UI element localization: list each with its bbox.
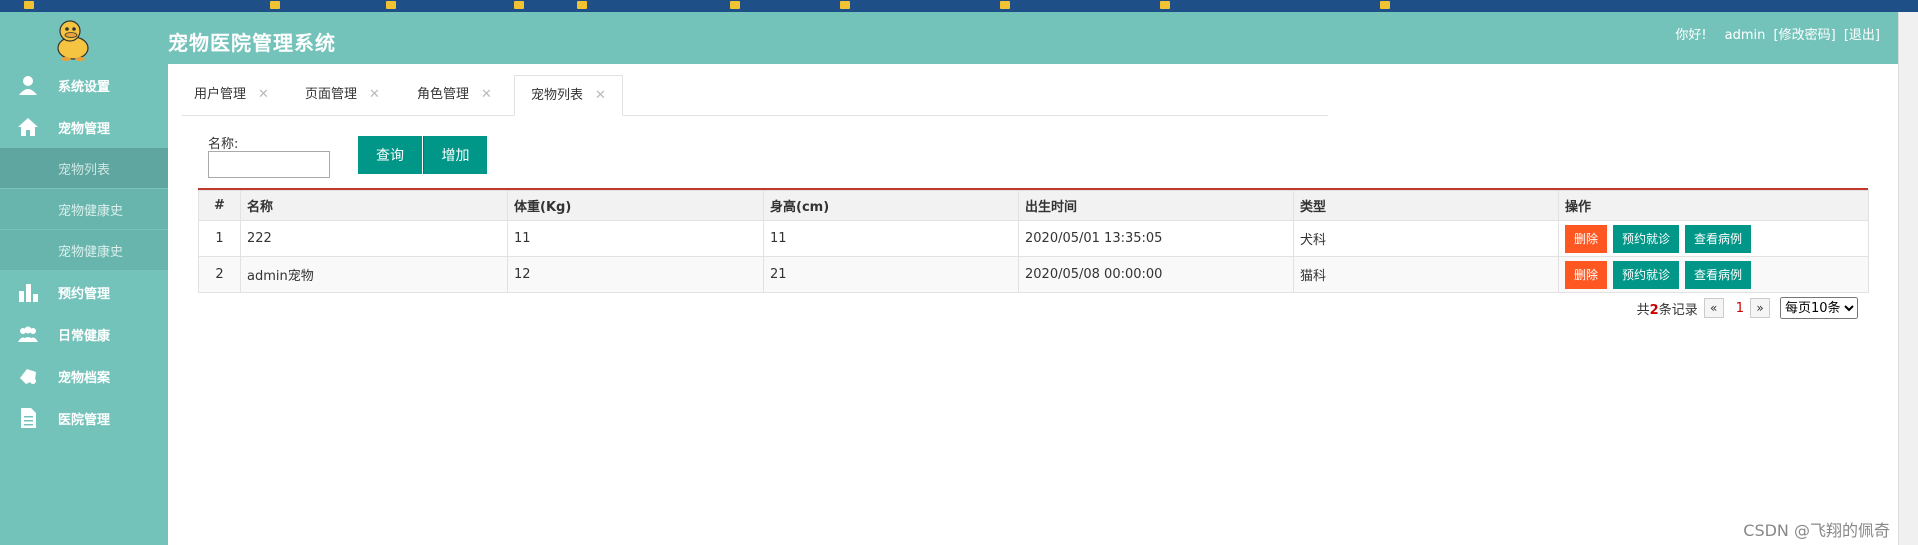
logout-link[interactable]: [退出] [1844,28,1880,43]
sidebar-item-daily-health[interactable]: 日常健康 [0,313,168,355]
user-icon [19,76,37,95]
name-label: 名称: [208,137,239,152]
duck-logo-icon [57,20,89,61]
tab-bar: 用户管理 ✕ 页面管理 ✕ 角色管理 ✕ 宠物列表 ✕ [182,75,1328,116]
pagination: 共2条记录 « 1 » 每页10条 [1637,297,1858,319]
group-icon [18,326,38,342]
sidebar-item-hospital-management[interactable]: 医院管理 [0,397,168,439]
column-header-name: 名称 [240,190,508,221]
top-header: 宠物医院管理系统 你好! admin [修改密码] [退出] [0,12,1898,64]
table-row: 2 admin宠物 12 21 2020/05/08 00:00:00 猫科 删… [198,256,1869,293]
query-button[interactable]: 查询 [358,136,422,174]
total-records: 共2条记录 [1636,302,1698,318]
close-icon[interactable]: ✕ [369,87,380,102]
sidebar-item-label: 日常健康 [58,328,111,344]
tab-label: 用户管理 [194,87,247,102]
sidebar-item-label: 系统设置 [58,79,111,95]
close-icon[interactable]: ✕ [595,88,606,103]
sidebar: 系统设置 宠物管理 宠物列表 宠物健康史 宠物健康史 预约管理 日常健康 宠物档… [0,64,168,545]
cell-birth: 2020/05/08 00:00:00 [1018,256,1294,293]
cell-height: 11 [763,220,1019,257]
delete-button[interactable]: 删除 [1565,224,1608,253]
cell-type: 猫科 [1293,256,1559,293]
sidebar-item-label: 宠物档案 [58,370,111,386]
cell-weight: 11 [507,220,764,257]
page-size-select[interactable]: 每页10条 [1780,297,1858,319]
column-header-index: # [198,190,241,221]
table-row: 1 222 11 11 2020/05/01 13:35:05 犬科 删除 预约就… [198,220,1869,257]
column-header-weight: 体重(Kg) [507,190,764,221]
cell-index: 1 [198,220,241,257]
cell-name: 222 [240,220,508,257]
user-info: 你好! admin [修改密码] [退出] [1671,24,1880,43]
paw-icon [20,369,36,384]
tab-pet-list[interactable]: 宠物列表 ✕ [514,75,623,116]
view-case-button[interactable]: 查看病例 [1685,260,1752,289]
tab-label: 页面管理 [305,87,358,102]
change-password-link[interactable]: [修改密码] [1774,28,1836,43]
next-page-button[interactable]: » [1750,298,1770,318]
cell-actions: 删除 预约就诊 查看病例 [1558,220,1869,257]
prev-page-button[interactable]: « [1703,298,1724,318]
cell-actions: 删除 预约就诊 查看病例 [1558,256,1869,293]
name-search-input[interactable] [208,151,330,178]
view-case-button[interactable]: 查看病例 [1685,224,1752,253]
table-header-row: # 名称 体重(Kg) 身高(cm) 出生时间 类型 操作 [198,190,1869,221]
system-title: 宠物医院管理系统 [168,31,336,55]
appointment-button[interactable]: 预约就诊 [1613,260,1680,289]
document-icon [21,408,36,428]
column-header-type: 类型 [1293,190,1559,221]
pet-table: # 名称 体重(Kg) 身高(cm) 出生时间 类型 操作 1 222 11 1… [198,188,1869,293]
column-header-height: 身高(cm) [763,190,1019,221]
column-header-birth: 出生时间 [1018,190,1294,221]
browser-bookmark-bar [0,0,1918,12]
sidebar-item-system-settings[interactable]: 系统设置 [0,64,168,106]
sidebar-subitem-pet-health-history[interactable]: 宠物健康史 [0,189,168,230]
appointment-button[interactable]: 预约就诊 [1613,224,1680,253]
sidebar-item-appointment[interactable]: 预约管理 [0,271,168,313]
tab-role-management[interactable]: 角色管理 ✕ [417,75,492,116]
tab-label: 宠物列表 [531,88,584,103]
bar-chart-icon [19,284,38,302]
close-icon[interactable]: ✕ [258,87,269,102]
cell-type: 犬科 [1293,220,1559,257]
current-page[interactable]: 1 [1736,301,1744,316]
page-scrollbar[interactable] [1898,12,1918,545]
sidebar-subitem-pet-health-history[interactable]: 宠物健康史 [0,230,168,271]
tab-user-management[interactable]: 用户管理 ✕ [194,75,269,116]
username-text: admin [1724,28,1766,43]
sidebar-item-label: 预约管理 [58,286,111,302]
add-button[interactable]: 增加 [423,136,487,174]
tab-label: 角色管理 [417,87,470,102]
tab-page-management[interactable]: 页面管理 ✕ [305,75,380,116]
greeting-text: 你好! [1675,28,1707,43]
cell-index: 2 [198,256,241,293]
cell-birth: 2020/05/01 13:35:05 [1018,220,1294,257]
cell-weight: 12 [507,256,764,293]
cell-name: admin宠物 [240,256,508,293]
column-header-actions: 操作 [1558,190,1869,221]
close-icon[interactable]: ✕ [481,87,492,102]
sidebar-item-label: 医院管理 [58,412,111,428]
sidebar-item-label: 宠物管理 [58,121,111,137]
sidebar-subitem-pet-list[interactable]: 宠物列表 [0,148,168,189]
delete-button[interactable]: 删除 [1565,260,1608,289]
sidebar-item-pet-management[interactable]: 宠物管理 [0,106,168,148]
sidebar-item-pet-archive[interactable]: 宠物档案 [0,355,168,397]
home-icon [18,118,38,136]
cell-height: 21 [763,256,1019,293]
watermark: CSDN @飞翔的佩奇 [1743,521,1890,540]
